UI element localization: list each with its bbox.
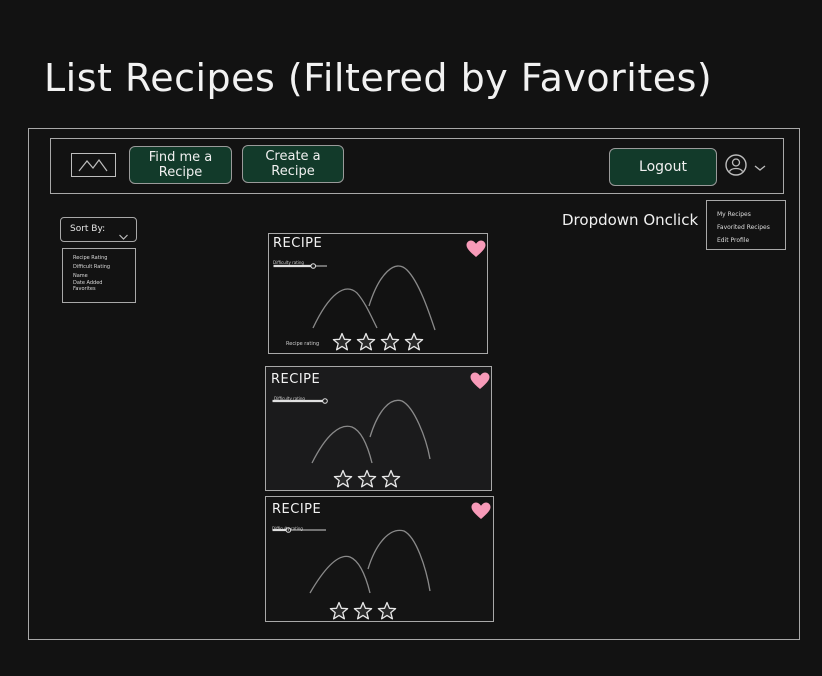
star-icon [353,601,373,621]
star-icon [332,332,352,353]
recipe-rating-label: Recipe rating [286,341,320,347]
star-icon [356,332,376,353]
user-avatar-icon[interactable] [725,154,747,176]
star-icon [357,469,377,490]
sort-by-label: Sort By: [70,224,106,234]
logo-image-placeholder-icon[interactable] [71,153,116,177]
chevron-down-icon[interactable] [753,158,767,171]
recipe-card[interactable]: RECIPE Difficulty rating Recipe rating [268,233,488,354]
find-recipe-button[interactable]: Find me a Recipe [129,146,232,184]
mountain-image-icon [269,234,487,353]
heart-favorite-icon[interactable] [466,240,486,262]
star-icon [333,469,353,490]
sort-option-favorites[interactable]: Favorites [73,286,135,292]
heart-favorite-icon[interactable] [471,502,491,524]
star-icon [404,332,424,353]
menu-item-my-recipes[interactable]: My Recipes [717,208,785,221]
recipe-card[interactable]: RECIPE Difficulty rating [265,366,492,491]
sort-options-list: Recipe Rating Difficult Rating Name Date… [62,248,136,303]
star-icon [329,601,349,621]
profile-dropdown-menu: My Recipes Favorited Recipes Edit Profil… [706,200,786,250]
star-icon [377,601,397,621]
star-icon [380,332,400,353]
menu-item-favorited-recipes[interactable]: Favorited Recipes [717,221,785,234]
mountain-image-icon [268,367,488,490]
dropdown-caption: Dropdown Onclick [562,211,699,229]
chevron-down-icon[interactable] [118,226,129,240]
create-recipe-button[interactable]: Create a Recipe [242,145,344,183]
heart-favorite-icon[interactable] [470,372,490,394]
sort-option-difficulty-rating[interactable]: Difficult Rating [73,264,135,270]
logout-button[interactable]: Logout [609,148,717,186]
sort-option-recipe-rating[interactable]: Recipe Rating [73,255,135,261]
menu-item-edit-profile[interactable]: Edit Profile [717,234,785,247]
recipe-card[interactable]: RECIPE Difficulty rating [265,496,494,622]
star-icon [381,469,401,490]
page-title: List Recipes (Filtered by Favorites) [44,56,713,100]
